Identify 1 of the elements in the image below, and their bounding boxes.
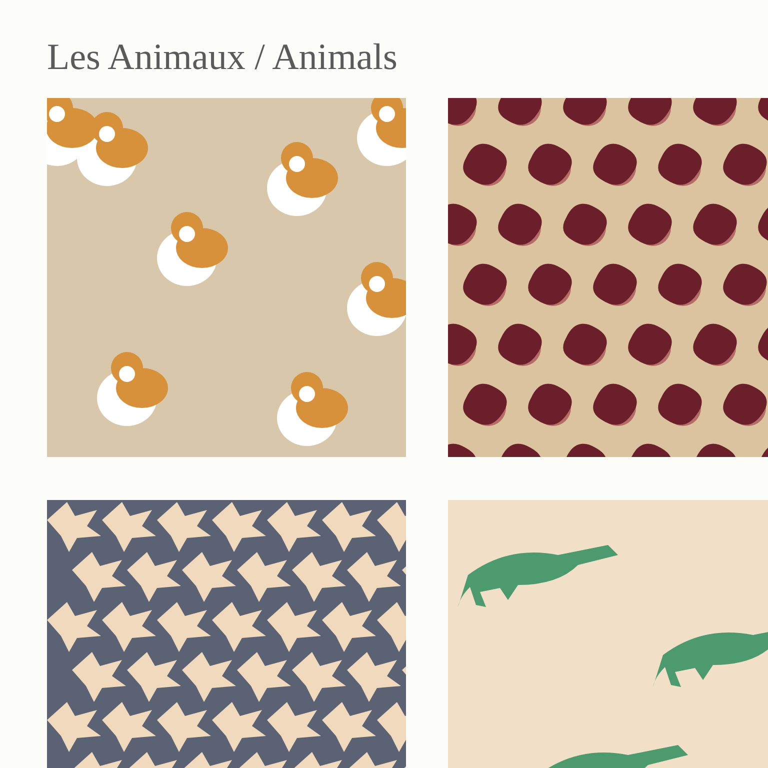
page-title: Les Animaux / Animals (47, 36, 398, 80)
